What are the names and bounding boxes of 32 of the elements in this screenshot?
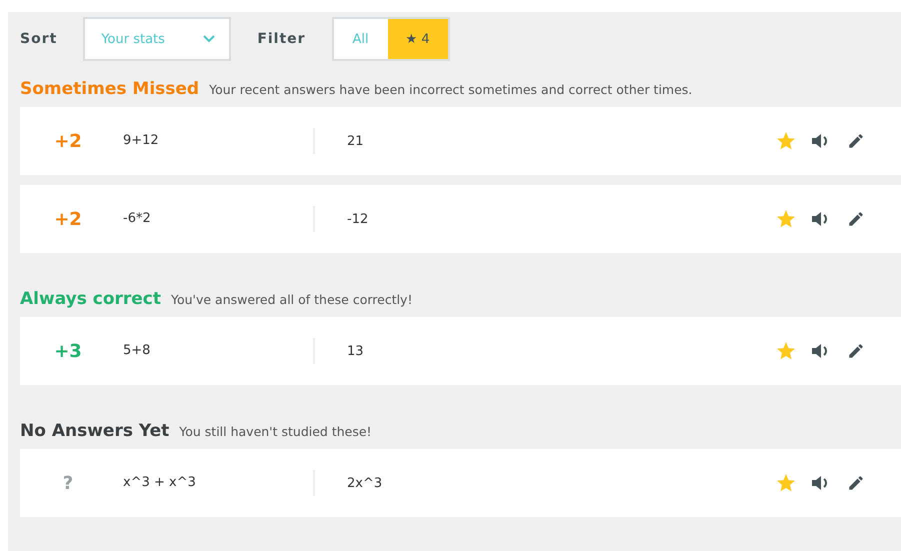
definition-text: -12 (347, 212, 370, 226)
star-icon[interactable] (777, 474, 795, 492)
pencil-icon[interactable] (847, 474, 865, 492)
section-description: You still haven't studied these! (179, 424, 372, 438)
term-text: 9+12 (123, 128, 315, 154)
star-icon[interactable] (777, 210, 795, 228)
filter-button[interactable]: ★ 4 (388, 19, 448, 59)
definition-text: 2x^3 (347, 476, 384, 490)
score: +3 (53, 340, 83, 362)
star-icon[interactable] (777, 342, 795, 360)
pencil-icon[interactable] (847, 210, 865, 228)
sort-dropdown[interactable]: Your stats (83, 17, 232, 61)
score: ? (62, 472, 74, 494)
pencil-icon[interactable] (847, 342, 865, 360)
score: +2 (53, 130, 83, 152)
section-title: Always correct (20, 289, 162, 309)
sort-label: Sort (20, 31, 58, 47)
star-icon[interactable] (777, 132, 795, 150)
term-text: x^3 + x^3 (123, 470, 315, 496)
pencil-icon[interactable] (847, 132, 865, 150)
filter-label: Filter (257, 31, 306, 47)
section-title: Sometimes Missed (20, 79, 200, 99)
definition-text: 21 (347, 134, 365, 148)
score: +2 (53, 208, 83, 230)
section-description: You've answered all of these correctly! (171, 292, 412, 306)
section-description: Your recent answers have been incorrect sometimes and correct other times. (209, 82, 692, 96)
definition-text: 13 (347, 344, 365, 358)
filter-button[interactable]: All (334, 19, 388, 59)
term-text: 5+8 (123, 338, 315, 364)
section-title: No Answers Yet (20, 421, 170, 441)
term-text: -6*2 (123, 206, 315, 232)
chevron-down-icon (203, 35, 216, 43)
